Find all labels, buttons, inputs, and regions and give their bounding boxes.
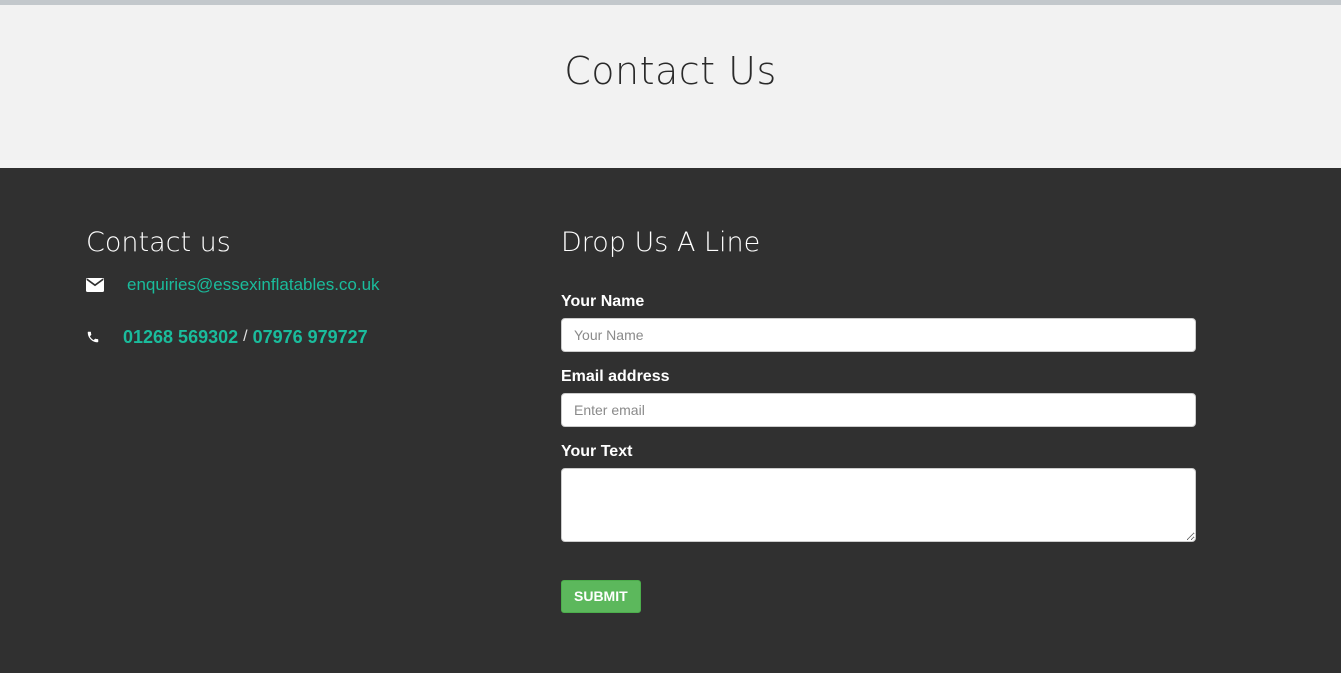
page-title: Contact Us <box>564 48 777 93</box>
text-field-group: Your Text <box>561 443 1196 542</box>
phone-row: 01268 569302 / 07976 979727 <box>86 324 526 350</box>
email-row: enquiries@essexinflatables.co.uk <box>86 272 526 298</box>
phone-separator: / <box>243 328 248 345</box>
name-input[interactable] <box>561 318 1196 352</box>
envelope-icon <box>86 276 104 294</box>
page-banner: Contact Us <box>0 5 1341 168</box>
phone-icon <box>86 328 104 346</box>
name-label: Your Name <box>561 293 645 310</box>
name-field-group: Your Name <box>561 293 1196 352</box>
phone-numbers: 01268 569302 / 07976 979727 <box>123 327 368 348</box>
phone-link-landline[interactable]: 01268 569302 <box>123 327 238 348</box>
text-label: Your Text <box>561 443 633 460</box>
contact-info-column: Contact us enquiries@essexinflatables.co… <box>86 226 526 350</box>
contact-section: Contact us enquiries@essexinflatables.co… <box>0 168 1341 673</box>
email-label: Email address <box>561 368 670 385</box>
email-link[interactable]: enquiries@essexinflatables.co.uk <box>127 275 380 295</box>
message-textarea[interactable] <box>561 468 1196 542</box>
contact-form-column: Drop Us A Line Your Name Email address Y… <box>561 226 1196 613</box>
email-field-group: Email address <box>561 368 1196 427</box>
contact-form: Your Name Email address Your Text SUBMIT <box>561 293 1196 613</box>
email-input[interactable] <box>561 393 1196 427</box>
contact-heading: Contact us <box>86 227 231 258</box>
submit-button[interactable]: SUBMIT <box>561 580 641 613</box>
phone-link-mobile[interactable]: 07976 979727 <box>253 327 368 348</box>
form-heading: Drop Us A Line <box>561 227 761 258</box>
